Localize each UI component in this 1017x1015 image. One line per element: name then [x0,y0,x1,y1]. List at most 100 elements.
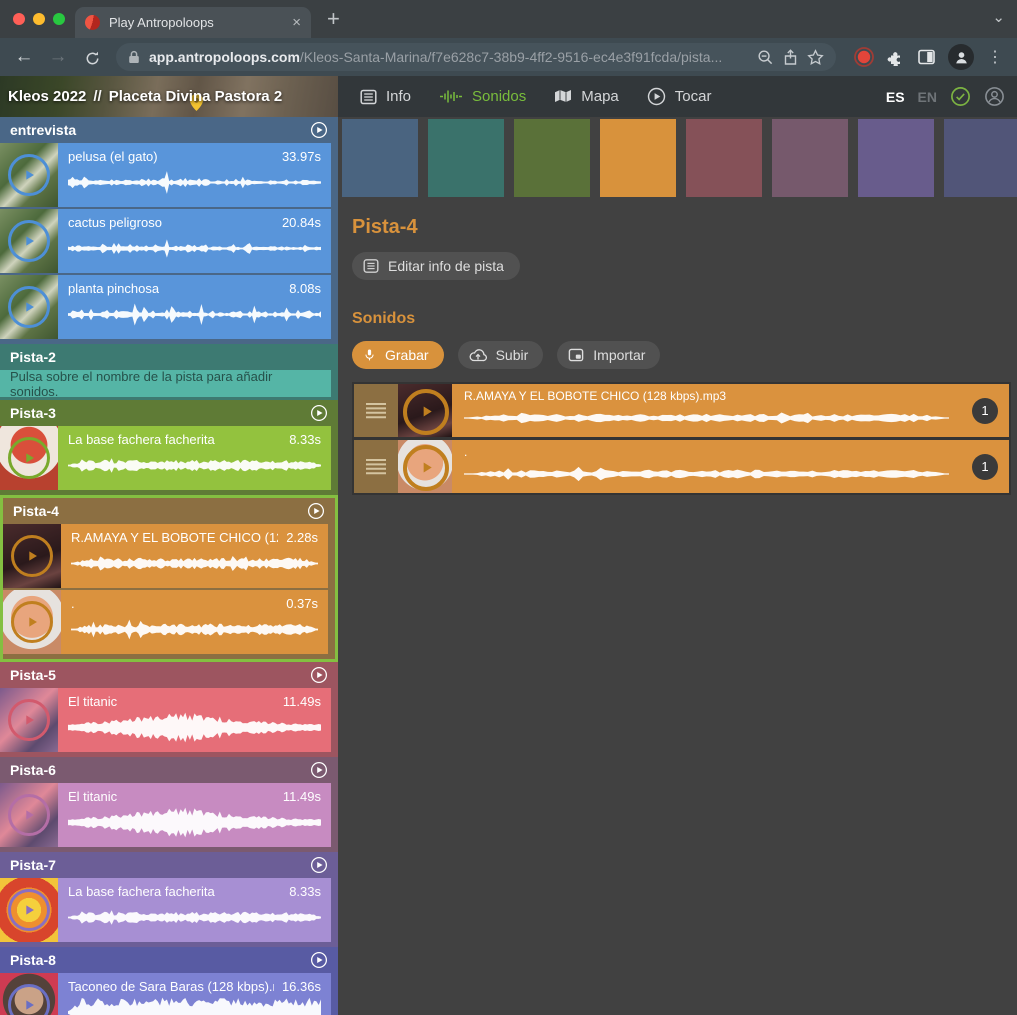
nav-mapa[interactable]: Mapa [554,88,619,105]
side-panel-icon[interactable] [918,49,935,65]
upload-button[interactable]: Subir [458,341,544,369]
track-tile-pista3[interactable] [514,119,590,197]
sound-row[interactable]: La base fachera facherita 8.33s [0,878,331,942]
track-play-icon[interactable] [310,951,328,969]
avatar[interactable] [948,44,974,70]
close-window-button[interactable] [13,13,25,25]
sound-play-icon[interactable] [8,794,50,836]
track-tile-pista4[interactable] [600,119,676,197]
track-header[interactable]: Pista-4 [3,498,335,524]
main-sound-row[interactable]: R.AMAYA Y EL BOBOTE CHICO (128 kbps).mp3… [354,384,1009,437]
sound-thumbnail[interactable] [0,275,58,339]
browser-tab[interactable]: Play Antropoloops × [75,7,311,38]
nav-sonidos[interactable]: Sonidos [439,88,526,105]
check-circle-icon[interactable] [950,86,971,107]
zoom-window-button[interactable] [53,13,65,25]
sound-thumbnail[interactable] [0,143,58,207]
sound-play-icon[interactable] [8,889,50,931]
lock-icon[interactable] [128,50,140,64]
track-tile-pista8[interactable] [944,119,1017,197]
lang-es-button[interactable]: ES [886,89,905,105]
sound-play-icon[interactable] [11,535,53,577]
drag-handle[interactable] [354,384,398,437]
import-button[interactable]: Importar [557,341,660,369]
sound-play-icon[interactable] [8,220,50,262]
project-name[interactable]: Kleos 2022 [8,88,86,105]
sound-play-icon[interactable] [8,286,50,328]
sound-play-icon[interactable] [403,445,449,491]
sound-thumbnail[interactable] [0,783,58,847]
nav-tocar[interactable]: Tocar [647,87,712,106]
minimize-window-button[interactable] [33,13,45,25]
close-tab-icon[interactable]: × [292,15,301,30]
sound-row[interactable]: cactus peligroso 20.84s [0,209,331,273]
track-play-icon[interactable] [310,856,328,874]
sound-row[interactable]: Taconeo de Sara Baras (128 kbps).mp3 16.… [0,973,331,1015]
sound-thumbnail[interactable] [0,688,58,752]
sound-thumbnail[interactable] [3,590,61,654]
info-icon [360,89,377,105]
track-tile-pista5[interactable] [686,119,762,197]
sound-row[interactable]: . 0.37s [3,590,328,654]
tab-list-chevron-icon[interactable]: ⌄ [992,8,1005,26]
track-play-icon[interactable] [310,761,328,779]
address-bar[interactable]: app.antropoloops.com/Kleos-Santa-Marina/… [116,43,836,71]
forward-button[interactable]: → [44,46,72,68]
track-tile-pista6[interactable] [772,119,848,197]
sound-thumbnail[interactable] [0,973,58,1015]
loop-count-badge: 1 [972,454,998,480]
sound-play-icon[interactable] [8,154,50,196]
sound-thumbnail[interactable] [0,426,58,490]
track-tile-pista2[interactable] [428,119,504,197]
track-tile-pista7[interactable] [858,119,934,197]
track-header[interactable]: Pista-8 [0,947,338,973]
track-header[interactable]: Pista-2 [0,344,338,370]
sound-play-icon[interactable] [8,437,50,479]
sound-row[interactable]: pelusa (el gato) 33.97s [0,143,331,207]
sound-row[interactable]: planta pinchosa 8.08s [0,275,331,339]
sound-play-icon[interactable] [403,389,449,435]
sound-row[interactable]: El titanic 11.49s [0,783,331,847]
sound-row[interactable]: R.AMAYA Y EL BOBOTE CHICO (128 kbps)....… [3,524,328,588]
track-play-icon[interactable] [310,404,328,422]
browser-menu-icon[interactable]: ⋮ [987,47,1003,67]
url-text[interactable]: app.antropoloops.com/Kleos-Santa-Marina/… [149,49,748,65]
track-header[interactable]: Pista-3 [0,400,338,426]
zoom-out-icon[interactable] [757,49,774,66]
new-tab-button[interactable]: + [327,6,340,32]
map-thumbnail[interactable]: Kleos 2022 // Placeta Divina Pastora 2 [0,76,338,117]
main-sound-row[interactable]: . 1 [354,440,1009,493]
sound-thumbnail[interactable] [398,440,452,493]
track-play-icon[interactable] [310,666,328,684]
sound-row[interactable]: El titanic 11.49s [0,688,331,752]
edit-track-info-button[interactable]: Editar info de pista [352,252,520,280]
record-icon[interactable] [854,47,874,67]
sound-play-icon[interactable] [8,699,50,741]
sound-play-icon[interactable] [8,984,50,1015]
sound-thumbnail[interactable] [0,878,58,942]
share-icon[interactable] [783,49,798,66]
breadcrumb-separator: // [93,88,101,105]
sound-play-icon[interactable] [11,601,53,643]
reload-button[interactable] [78,48,106,67]
sound-thumbnail[interactable] [0,209,58,273]
track-tile-entrevista[interactable] [342,119,418,197]
bookmark-star-icon[interactable] [807,49,824,66]
track-header[interactable]: Pista-6 [0,757,338,783]
lang-en-button[interactable]: EN [918,89,937,105]
track-header[interactable]: Pista-7 [0,852,338,878]
sound-row[interactable]: La base fachera facherita 8.33s [0,426,331,490]
track-play-icon[interactable] [307,502,325,520]
nav-info[interactable]: Info [360,88,411,105]
sound-thumbnail[interactable] [3,524,61,588]
remix-title[interactable]: Placeta Divina Pastora 2 [109,88,282,105]
track-play-icon[interactable] [310,121,328,139]
track-header[interactable]: entrevista [0,117,338,143]
extension-puzzle-icon[interactable] [887,48,905,66]
back-button[interactable]: ← [10,46,38,68]
track-header[interactable]: Pista-5 [0,662,338,688]
drag-handle[interactable] [354,440,398,493]
sound-thumbnail[interactable] [398,384,452,437]
record-button[interactable]: Grabar [352,341,444,369]
account-icon[interactable] [984,86,1005,107]
